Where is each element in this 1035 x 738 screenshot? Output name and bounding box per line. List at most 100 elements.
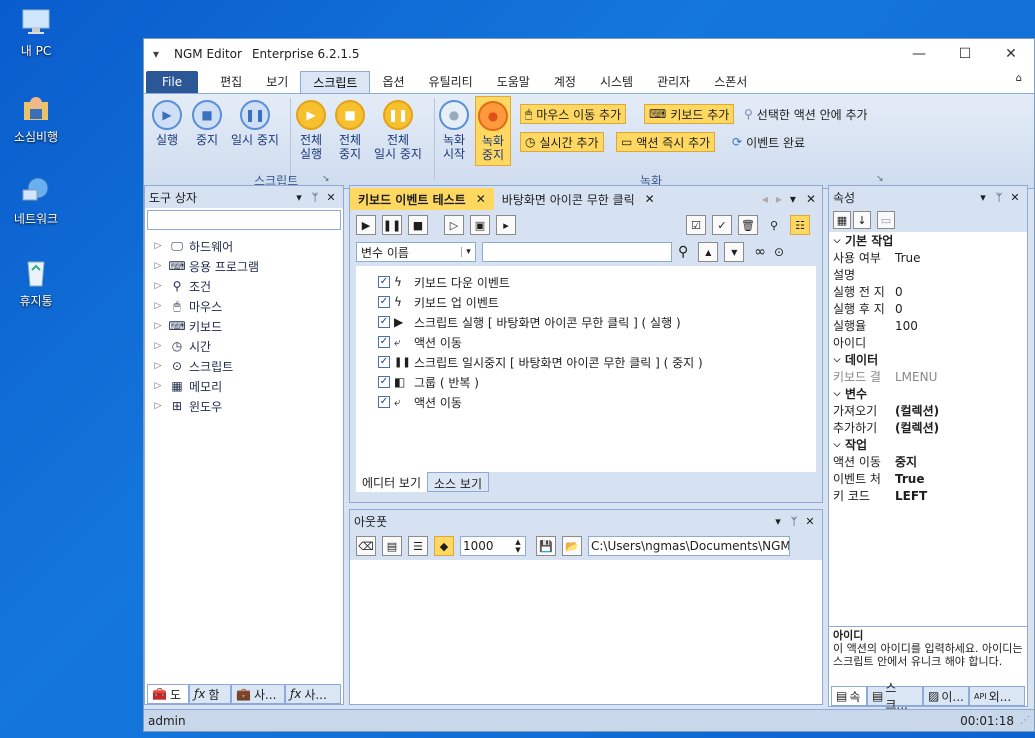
- resize-grip-icon[interactable]: ⋰: [1020, 715, 1030, 726]
- menu-admin[interactable]: 관리자: [645, 71, 702, 93]
- menu-file[interactable]: File: [146, 71, 199, 93]
- list-item[interactable]: ✓ ⤶ 액션 이동: [378, 392, 794, 412]
- quick-access-icon[interactable]: ▾: [144, 47, 168, 61]
- category-basic[interactable]: ⌵ 기본 작업: [829, 232, 1027, 249]
- clear-output-icon[interactable]: ⌫: [356, 536, 376, 556]
- tree-item-script[interactable]: ▷ ⊙ 스크립트: [151, 356, 337, 376]
- move-up-icon[interactable]: ▲: [698, 242, 719, 262]
- more-icon[interactable]: ⊙: [774, 245, 784, 259]
- list-item[interactable]: ✓ ❚❚ 스크립트 일시중지 [ 바탕화면 아이콘 무한 클릭 ] ( 중지 ): [378, 352, 794, 372]
- tab-external[interactable]: API 외...: [969, 686, 1025, 706]
- delete-icon[interactable]: 🗑: [738, 215, 758, 235]
- tree-item-memory[interactable]: ▷ ▦ 메모리: [151, 376, 337, 396]
- run-icon[interactable]: ▶: [356, 215, 376, 235]
- pause-all-button[interactable]: ❚❚ 전체 일시 중지: [370, 100, 426, 161]
- document-icon[interactable]: ▤: [382, 536, 402, 556]
- tree-item-application[interactable]: ▷ ⌨ 응용 프로그램: [151, 256, 337, 276]
- menu-script[interactable]: 스크립트: [300, 71, 371, 93]
- run-selection-icon[interactable]: ▣: [470, 215, 490, 235]
- checkbox[interactable]: ✓: [378, 316, 390, 328]
- search-icon[interactable]: ⚲: [764, 215, 784, 235]
- desktop-icon-user[interactable]: 소심비행: [4, 92, 68, 145]
- pin-icon[interactable]: ᛘ: [991, 191, 1007, 204]
- tree-item-hardware[interactable]: ▷ 🖵 하드웨어: [151, 236, 337, 256]
- prop-row[interactable]: 이벤트 처 True: [829, 470, 1027, 487]
- stop-all-button[interactable]: ■ 전체 중지: [333, 100, 367, 161]
- add-mouse-move-button[interactable]: 🖱 마우스 이동 추가: [520, 104, 627, 124]
- save-icon[interactable]: 💾: [536, 536, 556, 556]
- tree-item-keyboard[interactable]: ▷ ⌨ 키보드: [151, 316, 337, 336]
- prop-row[interactable]: 키보드 결 LMENU: [829, 368, 1027, 385]
- interval-stepper[interactable]: 1000 ▲ ▼: [460, 536, 526, 556]
- close-button[interactable]: ✕: [988, 39, 1034, 69]
- search-icon[interactable]: ⚲: [678, 244, 688, 260]
- list-icon[interactable]: ☰: [408, 536, 428, 556]
- run-all-button[interactable]: ▶ 전체 실행: [294, 100, 328, 161]
- tab-image[interactable]: ▨ 이...: [923, 686, 969, 706]
- menu-edit[interactable]: 편집: [208, 71, 254, 93]
- step-run-icon[interactable]: ▷: [444, 215, 464, 235]
- tab-desktop-icon-click[interactable]: 바탕화면 아이콘 무한 클릭 ✕: [494, 188, 663, 210]
- run-from-icon[interactable]: ▸: [496, 215, 516, 235]
- checkbox[interactable]: ✓: [378, 396, 390, 408]
- list-item[interactable]: ✓ ▶ 스크립트 실행 [ 바탕화면 아이콘 무한 클릭 ] ( 실행 ): [378, 312, 794, 332]
- prop-row[interactable]: 아이디: [829, 334, 1027, 351]
- categorized-icon[interactable]: ▦: [833, 211, 851, 229]
- sort-alpha-icon[interactable]: ↓: [853, 211, 871, 229]
- list-item[interactable]: ✓ ◧ 그룹 ( 반복 ): [378, 372, 794, 392]
- close-icon[interactable]: ✕: [806, 192, 816, 206]
- list-item[interactable]: ✓ ⤶ 액션 이동: [378, 332, 794, 352]
- tree-item-time[interactable]: ▷ ◷ 시간: [151, 336, 337, 356]
- tab-scroll-left-icon[interactable]: ◂: [762, 192, 768, 206]
- tree-view-icon[interactable]: ☷: [790, 215, 810, 235]
- dropdown-icon[interactable]: ▾: [975, 191, 991, 204]
- close-icon[interactable]: ✕: [1007, 191, 1023, 204]
- desktop-icon-my-pc[interactable]: 내 PC: [4, 6, 68, 59]
- filter-input[interactable]: [482, 242, 672, 262]
- stop-button[interactable]: ■ 중지: [190, 100, 224, 147]
- prop-row[interactable]: 액션 이동 중지: [829, 453, 1027, 470]
- tab-script[interactable]: ▤ 스크...: [867, 681, 923, 712]
- property-pages-icon[interactable]: ▭: [877, 211, 895, 229]
- move-down-icon[interactable]: ▼: [724, 242, 745, 262]
- desktop-icon-recycle[interactable]: 휴지통: [4, 256, 68, 309]
- minimize-button[interactable]: —: [896, 39, 942, 69]
- list-item[interactable]: ✓ ϟ 키보드 다운 이벤트: [378, 272, 794, 292]
- dropdown-icon[interactable]: ▾: [291, 191, 307, 204]
- prop-row[interactable]: 실행 전 지0: [829, 283, 1027, 300]
- category-variable[interactable]: ⌵ 변수: [829, 385, 1027, 402]
- tab-editor-view[interactable]: 에디터 보기: [356, 472, 428, 492]
- stepper-arrows-icon[interactable]: ▲ ▼: [511, 538, 525, 554]
- user-tab[interactable]: 💼 사...: [231, 684, 285, 704]
- prop-row[interactable]: 설명: [829, 266, 1027, 283]
- output-path-input[interactable]: C:\Users\ngmas\Documents\NGM6\: [588, 536, 790, 556]
- check-all-icon[interactable]: ☑: [686, 215, 706, 235]
- run-button[interactable]: ▶ 실행: [150, 100, 184, 147]
- prop-row[interactable]: 키 코드 LEFT: [829, 487, 1027, 504]
- pause-icon[interactable]: ❚❚: [382, 215, 402, 235]
- tab-scroll-right-icon[interactable]: ▸: [776, 192, 782, 206]
- user-function-tab[interactable]: ƒx 사...: [285, 684, 341, 704]
- dialog-launcher-icon[interactable]: ↘: [876, 174, 884, 184]
- toolbox-search-input[interactable]: [147, 210, 341, 230]
- check-icon[interactable]: ✓: [712, 215, 732, 235]
- tree-item-mouse[interactable]: ▷ 🖱 마우스: [151, 296, 337, 316]
- prop-row[interactable]: 실행율 100: [829, 317, 1027, 334]
- list-item[interactable]: ✓ ϟ 키보드 업 이벤트: [378, 292, 794, 312]
- dropdown-icon[interactable]: ▾: [770, 515, 786, 528]
- close-tab-icon[interactable]: ✕: [476, 192, 486, 206]
- checkbox[interactable]: ✓: [378, 296, 390, 308]
- menu-view[interactable]: 보기: [254, 71, 300, 93]
- checkbox[interactable]: ✓: [378, 376, 390, 388]
- pin-icon[interactable]: ᛘ: [307, 191, 323, 204]
- tab-properties[interactable]: ▤ 속: [831, 686, 867, 706]
- add-action-now-button[interactable]: ▭ 액션 즉시 추가: [616, 132, 716, 152]
- close-icon[interactable]: ✕: [323, 191, 339, 204]
- eraser-icon[interactable]: ◆: [434, 536, 454, 556]
- pin-icon[interactable]: ᛘ: [786, 515, 802, 528]
- record-stop-button[interactable]: ● 녹화 중지: [475, 96, 511, 166]
- checkbox[interactable]: ✓: [378, 356, 390, 368]
- category-action[interactable]: ⌵ 작업: [829, 436, 1027, 453]
- close-tab-icon[interactable]: ✕: [645, 192, 655, 206]
- prop-row[interactable]: 추가하기 (컬렉션): [829, 419, 1027, 436]
